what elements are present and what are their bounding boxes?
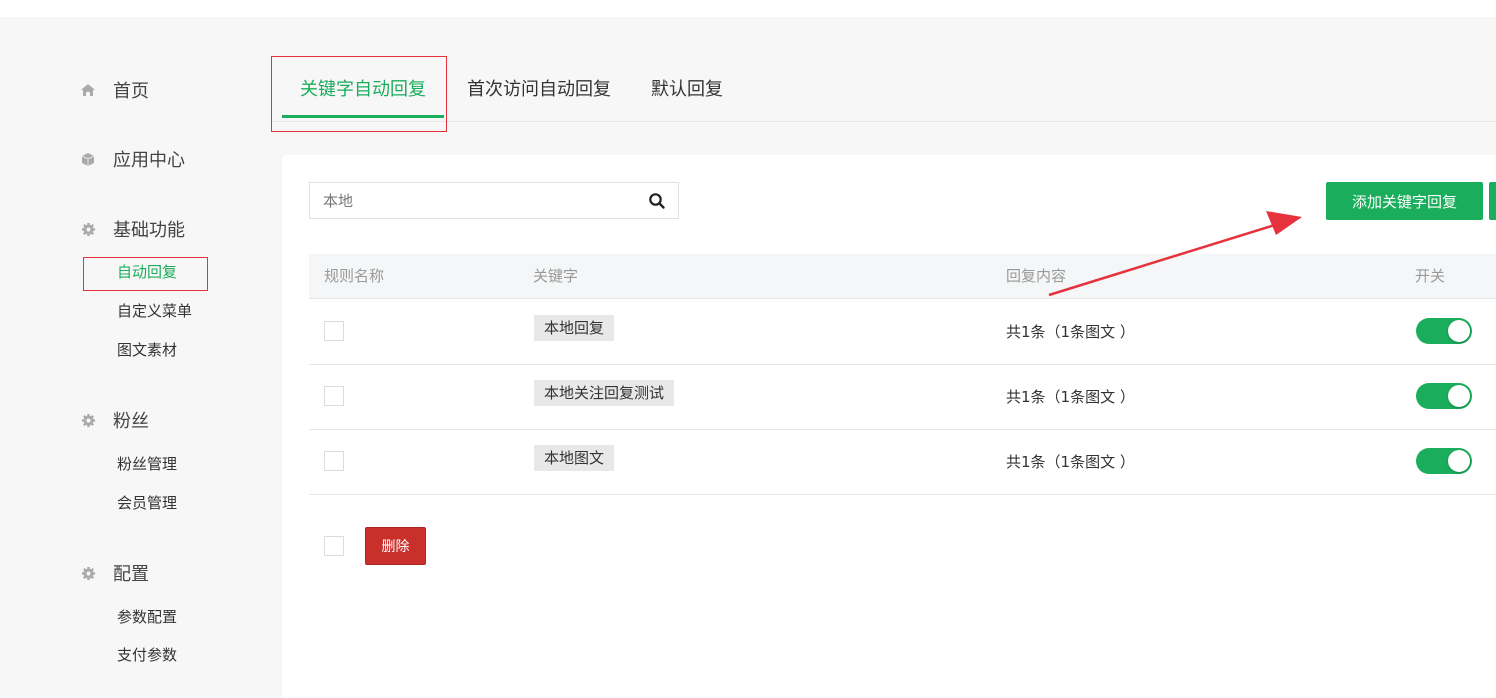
sidebar-item-label: 应用中心 xyxy=(113,150,185,171)
search-box xyxy=(309,182,679,219)
enable-toggle[interactable] xyxy=(1416,448,1472,474)
reply-content: 共1条（1条图文 ） xyxy=(1006,388,1135,406)
next-button-partial[interactable] xyxy=(1489,182,1496,220)
sidebar-item-label: 首页 xyxy=(113,81,149,102)
table-row: 本地关注回复测试 共1条（1条图文 ） xyxy=(309,364,1496,430)
tab-bar: 关键字自动回复 首次访问自动回复 默认回复 xyxy=(270,17,1496,132)
main-panel: 添加关键字回复 规则名称 关键字 回复内容 开关 本地回复 共1条（1条图文 ）… xyxy=(282,155,1496,698)
toggle-knob xyxy=(1448,385,1470,407)
keyword-tag: 本地图文 xyxy=(534,445,615,471)
table-row: 本地回复 共1条（1条图文 ） xyxy=(309,299,1496,365)
tab-default-reply[interactable]: 默认回复 xyxy=(651,75,723,101)
table-header: 规则名称 关键字 回复内容 开关 xyxy=(309,254,1496,299)
delete-button[interactable]: 删除 xyxy=(365,527,426,565)
sidebar-section-label: 基础功能 xyxy=(113,220,185,241)
column-header-rule-name: 规则名称 xyxy=(324,267,385,285)
sidebar-item-app-center[interactable]: 应用中心 xyxy=(80,145,185,173)
cube-icon xyxy=(80,151,96,167)
sidebar-item-home[interactable]: 首页 xyxy=(80,76,149,104)
gear-icon xyxy=(80,412,96,428)
sidebar-item-auto-reply[interactable]: 自动回复 xyxy=(117,261,177,283)
keyword-tag: 本地回复 xyxy=(534,315,615,341)
sidebar-item-fans-manage[interactable]: 粉丝管理 xyxy=(117,453,177,475)
enable-toggle[interactable] xyxy=(1416,383,1472,409)
tab-active-indicator xyxy=(282,115,444,118)
tab-first-visit-reply[interactable]: 首次访问自动回复 xyxy=(467,75,611,101)
sidebar-section-label: 配置 xyxy=(113,564,149,585)
enable-toggle[interactable] xyxy=(1416,318,1472,344)
sidebar-item-pay-params[interactable]: 支付参数 xyxy=(117,644,177,666)
toggle-knob xyxy=(1448,320,1470,342)
sidebar-section-label: 粉丝 xyxy=(113,411,149,432)
table-row: 本地图文 共1条（1条图文 ） xyxy=(309,429,1496,495)
sidebar-section-basic[interactable]: 基础功能 xyxy=(80,215,185,243)
row-checkbox[interactable] xyxy=(324,386,344,406)
column-header-keyword: 关键字 xyxy=(533,267,579,285)
annotation-arrow xyxy=(1048,211,1302,297)
select-all-checkbox[interactable] xyxy=(324,536,344,556)
row-checkbox[interactable] xyxy=(324,451,344,471)
tab-keyword-reply[interactable]: 关键字自动回复 xyxy=(300,75,426,101)
sidebar-section-fans[interactable]: 粉丝 xyxy=(80,406,149,434)
search-icon[interactable] xyxy=(648,192,666,210)
gear-icon xyxy=(80,565,96,581)
keyword-tag: 本地关注回复测试 xyxy=(534,380,675,406)
sidebar-item-param-config[interactable]: 参数配置 xyxy=(117,606,177,628)
reply-content: 共1条（1条图文 ） xyxy=(1006,323,1135,341)
column-header-switch: 开关 xyxy=(1415,267,1446,285)
home-icon xyxy=(80,82,96,98)
toggle-knob xyxy=(1448,450,1470,472)
row-checkbox[interactable] xyxy=(324,321,344,341)
sidebar-section-config[interactable]: 配置 xyxy=(80,559,149,587)
sidebar-item-news-material[interactable]: 图文素材 xyxy=(117,339,177,361)
add-keyword-reply-button[interactable]: 添加关键字回复 xyxy=(1326,182,1483,220)
top-strip xyxy=(0,0,1496,17)
sidebar-item-member-manage[interactable]: 会员管理 xyxy=(117,492,177,514)
sidebar-item-custom-menu[interactable]: 自定义菜单 xyxy=(117,300,192,322)
reply-content: 共1条（1条图文 ） xyxy=(1006,453,1135,471)
sidebar: 首页 应用中心 基础功能 自动回复 自定义菜单 图文素材 粉丝 粉丝管理 会员管… xyxy=(0,17,270,698)
gear-icon xyxy=(80,221,96,237)
search-input[interactable] xyxy=(310,183,656,218)
